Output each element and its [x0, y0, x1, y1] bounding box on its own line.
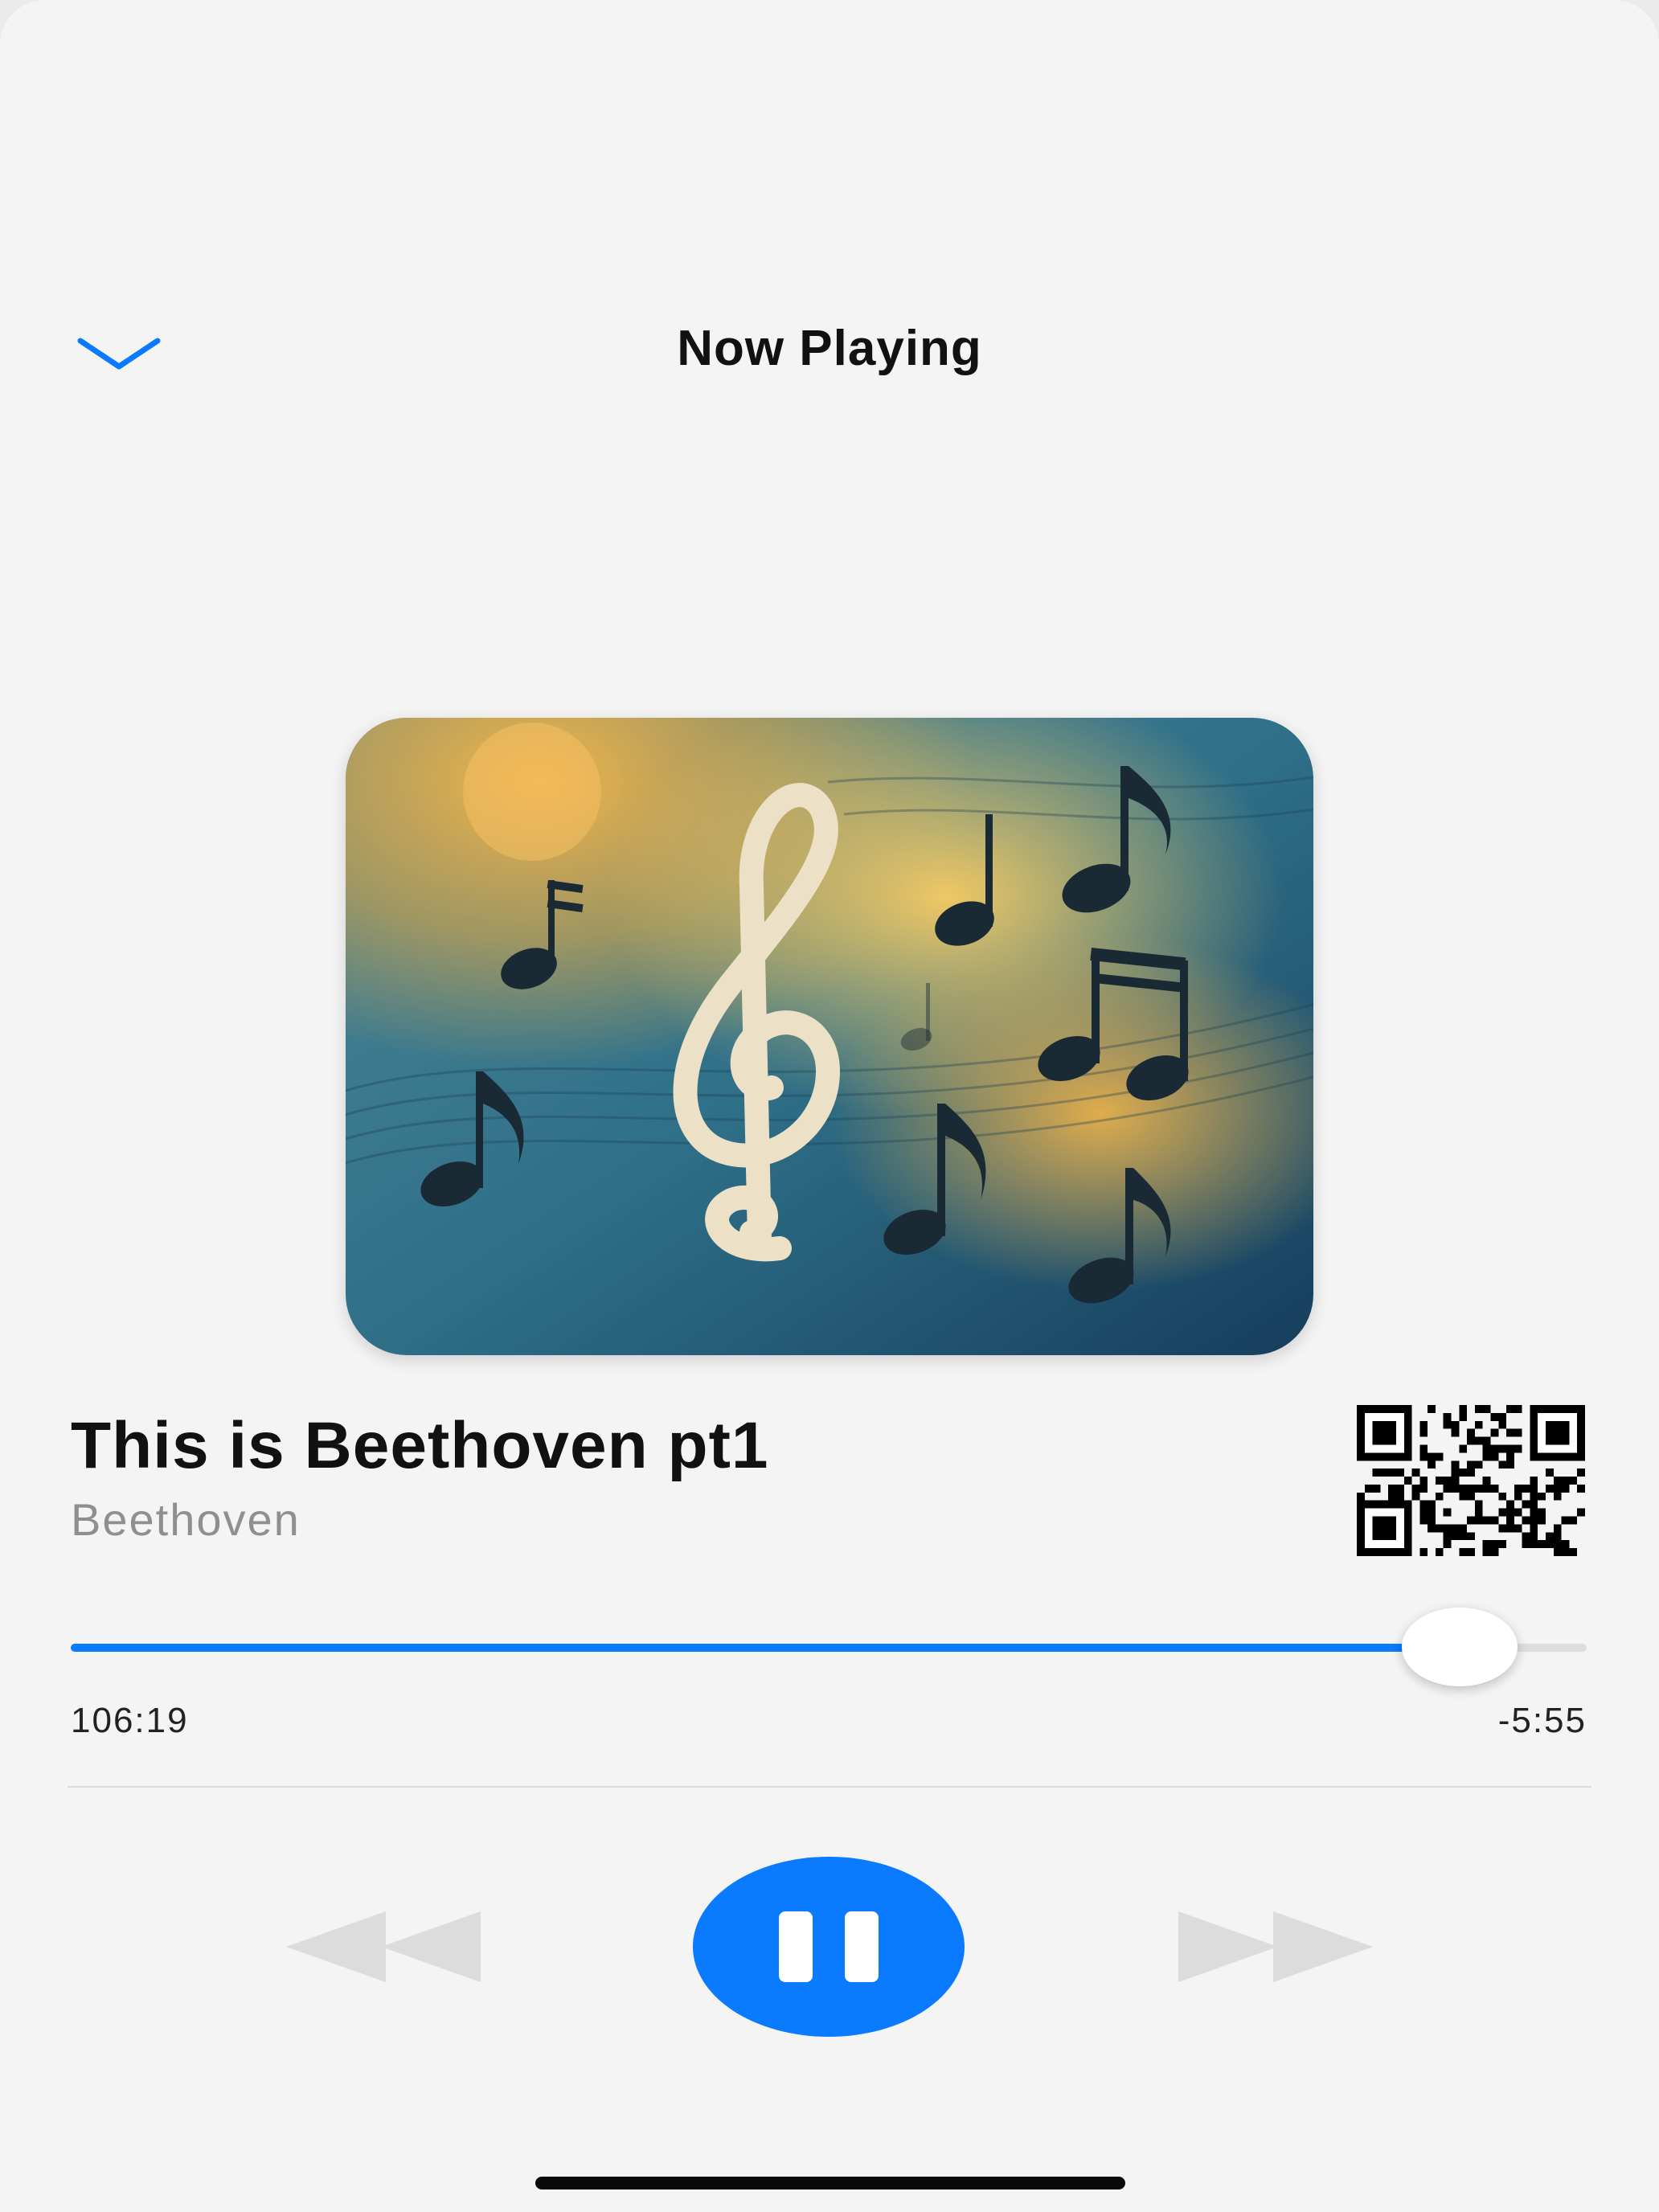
- qr-code-icon[interactable]: [1357, 1405, 1585, 1556]
- divider: [68, 1786, 1591, 1788]
- fast-forward-button[interactable]: [1175, 1907, 1376, 1987]
- home-indicator[interactable]: [535, 2177, 1125, 2189]
- page-title: Now Playing: [677, 321, 982, 376]
- album-artwork: [346, 718, 1313, 1355]
- pause-button[interactable]: [693, 1857, 965, 2037]
- rewind-icon: [286, 1911, 481, 1982]
- progress-slider[interactable]: [71, 1608, 1587, 1686]
- pause-icon: [779, 1911, 879, 1982]
- progress-knob[interactable]: [1401, 1608, 1518, 1686]
- remaining-time: -5:55: [1497, 1701, 1587, 1740]
- track-artist[interactable]: Beethoven: [71, 1493, 301, 1546]
- track-title: This is Beethoven pt1: [71, 1409, 769, 1482]
- progress-fill: [71, 1644, 1460, 1652]
- fast-forward-icon: [1178, 1911, 1373, 1982]
- rewind-button[interactable]: [283, 1907, 484, 1987]
- elapsed-time: 106:19: [71, 1701, 189, 1740]
- now-playing-sheet: Now Playing This is Beethoven pt1 Beetho…: [0, 0, 1659, 2212]
